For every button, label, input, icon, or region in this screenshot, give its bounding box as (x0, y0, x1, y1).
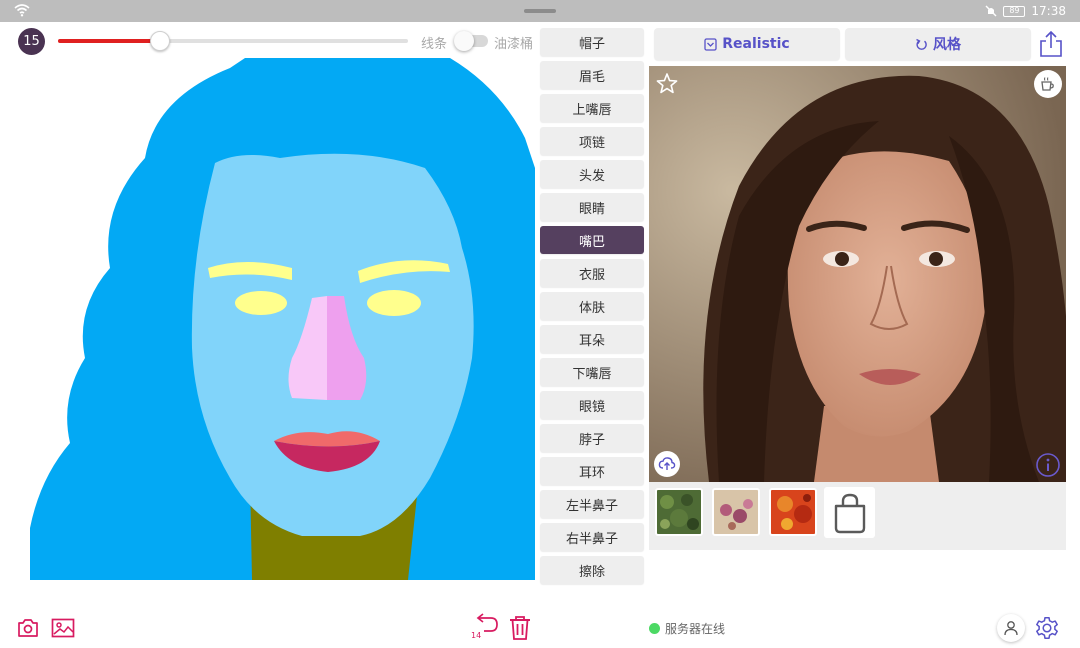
shopping-bag-icon (834, 493, 865, 533)
clock: 17:38 (1031, 4, 1066, 18)
semantic-label-list: 帽子眉毛上嘴唇项链头发眼睛嘴巴衣服体肤耳朵下嘴唇眼镜脖子耳环左半鼻子右半鼻子擦除 (540, 28, 644, 589)
mute-icon (985, 5, 997, 17)
label-button[interactable]: 眼睛 (540, 193, 644, 221)
label-button[interactable]: 上嘴唇 (540, 94, 644, 122)
style-button[interactable]: 风格 (845, 28, 1031, 60)
left-eye (235, 291, 287, 315)
delete-button[interactable] (507, 614, 533, 642)
style-thumbnail-floral[interactable] (712, 488, 760, 536)
fill-mode-toggle[interactable] (454, 31, 488, 51)
battery-icon: 89 (1003, 5, 1026, 17)
gear-icon (1035, 616, 1058, 639)
label-button[interactable]: 右半鼻子 (540, 523, 644, 551)
portrait-illustration (649, 66, 1066, 482)
right-eye (367, 290, 421, 316)
label-button[interactable]: 项链 (540, 127, 644, 155)
server-status-label: 服务器在线 (665, 622, 726, 636)
share-button[interactable] (1036, 28, 1066, 60)
label-button[interactable]: 衣服 (540, 259, 644, 287)
style-store-button[interactable] (824, 487, 875, 538)
realistic-label: Realistic (722, 36, 790, 52)
status-dot (649, 623, 660, 634)
realistic-button[interactable]: Realistic (654, 28, 840, 60)
red-leaves-style (771, 490, 815, 534)
image-check-icon (704, 37, 717, 51)
label-button[interactable]: 左半鼻子 (540, 490, 644, 518)
gallery-button[interactable] (50, 616, 76, 640)
label-button[interactable]: 耳朵 (540, 325, 644, 353)
label-button[interactable]: 脖子 (540, 424, 644, 452)
label-button[interactable]: 擦除 (540, 556, 644, 584)
image-icon (51, 618, 75, 638)
status-bar: 89 17:38 (0, 0, 1080, 22)
label-button[interactable]: 下嘴唇 (540, 358, 644, 386)
line-mode-label: 线条 (421, 37, 448, 52)
upload-cloud-icon[interactable] (654, 451, 680, 477)
style-thumbnail-green[interactable] (655, 488, 703, 536)
paint-bucket-label: 油漆桶 (494, 37, 534, 52)
user-account-button[interactable] (997, 614, 1025, 642)
label-button[interactable]: 帽子 (540, 28, 644, 56)
server-status: 服务器在线 (649, 620, 725, 637)
coffee-cup-icon[interactable] (1034, 70, 1062, 98)
style-label: 风格 (933, 37, 961, 53)
label-button[interactable]: 体肤 (540, 292, 644, 320)
segmentation-sketch (30, 58, 535, 580)
drag-handle[interactable] (524, 9, 556, 13)
trash-icon (510, 616, 530, 640)
brush-size-slider-thumb[interactable] (150, 31, 170, 51)
undo-count: 14 (471, 631, 482, 640)
user-icon (1004, 621, 1018, 636)
toggle-knob (454, 31, 474, 51)
label-button[interactable]: 眉毛 (540, 61, 644, 89)
camera-icon (18, 619, 38, 637)
share-icon (1040, 30, 1062, 57)
refresh-icon (916, 38, 927, 50)
settings-button[interactable] (1033, 614, 1060, 641)
camera-button[interactable] (17, 617, 39, 639)
style-thumbnail-red[interactable] (769, 488, 817, 536)
label-button[interactable]: 耳环 (540, 457, 644, 485)
label-button[interactable]: 眼镜 (540, 391, 644, 419)
label-button[interactable]: 头发 (540, 160, 644, 188)
info-icon[interactable] (1035, 452, 1061, 478)
generated-portrait (649, 66, 1066, 482)
drawing-canvas[interactable] (30, 58, 535, 580)
green-foliage-style (657, 490, 701, 534)
pink-floral-style (714, 490, 758, 534)
brush-size-indicator[interactable]: 15 (18, 28, 45, 55)
favorite-star-icon[interactable] (655, 72, 679, 96)
wifi-icon (14, 4, 30, 17)
label-button[interactable]: 嘴巴 (540, 226, 644, 254)
brush-size-slider-fill (58, 39, 160, 43)
